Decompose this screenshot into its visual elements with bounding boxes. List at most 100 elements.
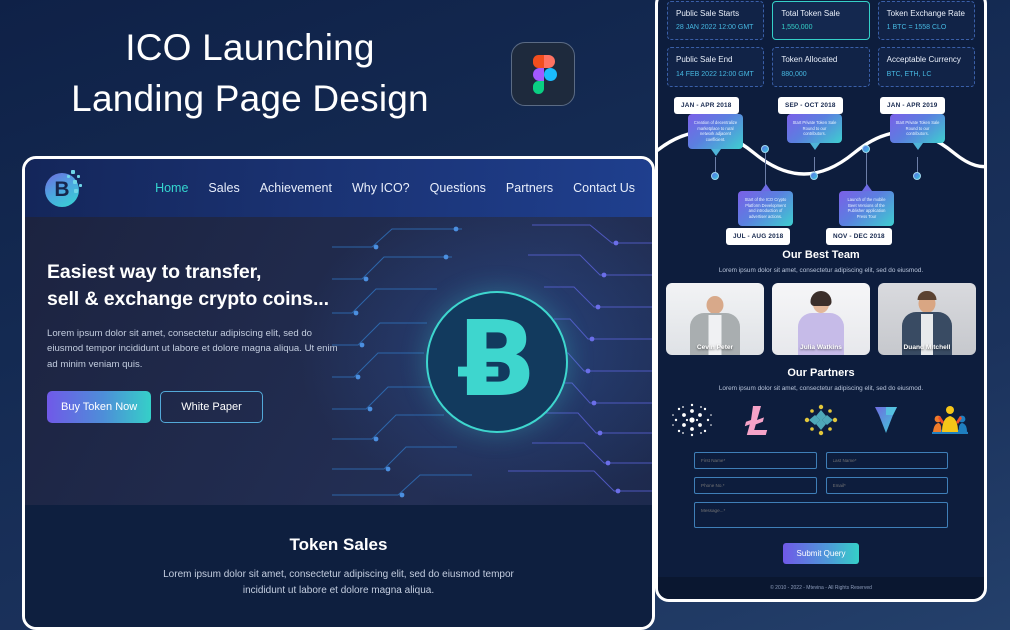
card-label: Public Sale Starts xyxy=(676,9,740,18)
poster-left-area: ICO Launching Landing Page Design B Home… xyxy=(0,0,655,630)
pixel-dot xyxy=(67,175,70,178)
triangle-arrow-logo[interactable] xyxy=(864,402,908,438)
roadmap-node-4 xyxy=(761,144,769,153)
card-label: Public Sale End xyxy=(676,55,733,65)
nav-item-partners[interactable]: Partners xyxy=(506,181,553,195)
hero-buttons: Buy Token Now White Paper xyxy=(47,390,347,423)
partners-subtitle: Lorem ipsum dolor sit amet, consectetur … xyxy=(718,384,924,392)
brand-letter: B xyxy=(54,178,70,201)
card-label: Token Exchange Rate xyxy=(886,9,965,18)
pixel-dot xyxy=(77,175,80,178)
team-member-card[interactable]: Julia Watkins xyxy=(772,282,870,355)
team-member-name: Duand Mitchell xyxy=(903,343,951,351)
litecoin-icon xyxy=(744,405,767,435)
team-title: Our Best Team xyxy=(782,248,860,261)
cross-network-icon xyxy=(804,404,838,435)
email-input[interactable] xyxy=(825,476,948,494)
token-card-token-allocated[interactable]: Token Allocated 880,000 xyxy=(772,47,870,87)
roadmap-date-1: JAN - APR 2018 xyxy=(674,96,739,114)
form-row-contact xyxy=(694,476,948,494)
roadmap-bubble-1: Creation of decentralize marketplace to … xyxy=(688,113,743,157)
roadmap-node-2 xyxy=(810,171,818,180)
member-hair xyxy=(810,290,832,306)
nav-links: Home Sales Achievement Why ICO? Question… xyxy=(155,159,635,217)
roadmap-node-3 xyxy=(913,171,921,180)
roadmap-timeline: JAN - APR 2018 Creation of decentralize … xyxy=(658,95,984,247)
contact-form: Submit Query xyxy=(658,451,984,564)
token-sales-section: Token Sales Lorem ipsum dolor sit amet, … xyxy=(25,505,652,627)
people-celebration-logo[interactable] xyxy=(928,402,972,438)
figma-shape-top-right xyxy=(544,55,555,68)
card-value: 880,000 xyxy=(781,70,807,78)
card-label: Acceptable Currency xyxy=(886,55,961,65)
card-value: 1 BTC = 1558 CLO xyxy=(886,24,947,32)
white-paper-button[interactable]: White Paper xyxy=(160,390,263,423)
pixel-dot xyxy=(74,189,78,193)
card-value: 28 JAN 2022 12:00 GMT xyxy=(676,24,754,32)
card-value: 1,550,000 xyxy=(781,24,813,32)
member-head xyxy=(706,295,724,314)
roadmap-node-1 xyxy=(711,171,719,180)
bitcoin-symbol-badge: Ƀ xyxy=(426,291,568,433)
people-celebration-icon xyxy=(932,405,968,434)
team-subtitle: Lorem ipsum dolor sit amet, consectetur … xyxy=(718,266,924,274)
team-member-name: Cevin Peter xyxy=(696,343,734,351)
roadmap-bubble-4: Start of the ICO Crypto Platform Develop… xyxy=(738,183,793,227)
hero-heading-line-2: sell & exchange crypto coins... xyxy=(47,287,329,310)
message-textarea[interactable] xyxy=(694,501,948,528)
team-member-card[interactable]: Duand Mitchell xyxy=(878,282,976,355)
full-page-preview: Public Sale Starts 28 JAN 2022 12:00 GMT… xyxy=(655,0,987,602)
cardano-icon xyxy=(672,403,712,436)
pixel-dot xyxy=(79,184,82,187)
hero-paragraph: Lorem ipsum dolor sit amet, consectetur … xyxy=(47,327,338,371)
hero-section: Ƀ Easiest way to transfer, sell & exchan… xyxy=(25,217,652,505)
roadmap-node-5 xyxy=(862,144,870,153)
nav-item-home[interactable]: Home xyxy=(155,181,188,195)
token-sales-paragraph: Lorem ipsum dolor sit amet, consectetur … xyxy=(163,569,514,596)
roadmap-date-5: NOV - DEC 2018 xyxy=(826,227,892,245)
roadmap-date-3: JAN - APR 2019 xyxy=(880,96,945,114)
token-card-acceptable-currency[interactable]: Acceptable Currency BTC, ETH, LC xyxy=(877,47,975,87)
card-label: Total Token Sale xyxy=(781,9,840,18)
poster-title-line-1: ICO Launching xyxy=(125,27,375,68)
hero-text-block: Easiest way to transfer, sell & exchange… xyxy=(47,259,347,423)
hero-heading-line-1: Easiest way to transfer, xyxy=(47,261,262,283)
token-sales-title: Token Sales xyxy=(289,535,388,554)
submit-query-button[interactable]: Submit Query xyxy=(782,542,860,564)
roadmap-bubble-5: Launch of the mobile Beet Versions of th… xyxy=(839,183,894,227)
figma-shape-mid-left xyxy=(533,68,544,81)
roadmap-date-4: JUL - AUG 2018 xyxy=(726,227,791,245)
figma-icon xyxy=(511,42,575,106)
buy-token-now-button[interactable]: Buy Token Now xyxy=(47,390,152,423)
last-name-input[interactable] xyxy=(825,451,948,469)
token-info-cards: Public Sale Starts 28 JAN 2022 12:00 GMT… xyxy=(658,0,984,91)
hero-heading: Easiest way to transfer, sell & exchange… xyxy=(47,259,347,313)
nav-item-why-ico[interactable]: Why ICO? xyxy=(352,181,410,195)
nav-item-contact-us[interactable]: Contact Us xyxy=(573,181,635,195)
first-name-input[interactable] xyxy=(694,451,817,469)
token-card-token-exchange-rate[interactable]: Token Exchange Rate 1 BTC = 1558 CLO xyxy=(877,1,975,41)
landing-page-preview: B Home Sales Achievement Why ICO? Questi… xyxy=(22,156,655,630)
team-member-card[interactable]: Cevin Peter xyxy=(666,282,764,355)
token-card-public-sale-starts[interactable]: Public Sale Starts 28 JAN 2022 12:00 GMT xyxy=(667,1,765,41)
nav-item-achievement[interactable]: Achievement xyxy=(260,181,332,195)
litecoin-logo[interactable] xyxy=(735,402,779,438)
poster-title-line-2: Landing Page Design xyxy=(71,78,429,120)
form-row-names xyxy=(694,451,948,469)
partners-section: Our Partners Lorem ipsum dolor sit amet,… xyxy=(658,367,984,438)
nav-item-questions[interactable]: Questions xyxy=(430,181,486,195)
card-label: Token Allocated xyxy=(781,55,838,65)
token-card-public-sale-end[interactable]: Public Sale End 14 FEB 2022 12:00 GMT xyxy=(667,47,765,87)
figma-shape-mid-right xyxy=(544,68,557,81)
cross-network-logo[interactable] xyxy=(799,402,843,438)
cardano-logo[interactable] xyxy=(670,402,714,438)
team-section: Our Best Team Lorem ipsum dolor sit amet… xyxy=(658,249,984,355)
token-card-total-token-sale[interactable]: Total Token Sale 1,550,000 xyxy=(772,1,870,41)
phone-input[interactable] xyxy=(694,476,817,494)
figma-shape-top-left xyxy=(533,55,544,68)
bitcoin-coin-logo[interactable]: B xyxy=(45,169,85,209)
card-value: 14 FEB 2022 12:00 GMT xyxy=(676,70,754,78)
nav-item-sales[interactable]: Sales xyxy=(208,181,239,195)
triangle-arrow-icon xyxy=(874,406,897,433)
poster-title: ICO Launching Landing Page Design xyxy=(0,22,500,124)
